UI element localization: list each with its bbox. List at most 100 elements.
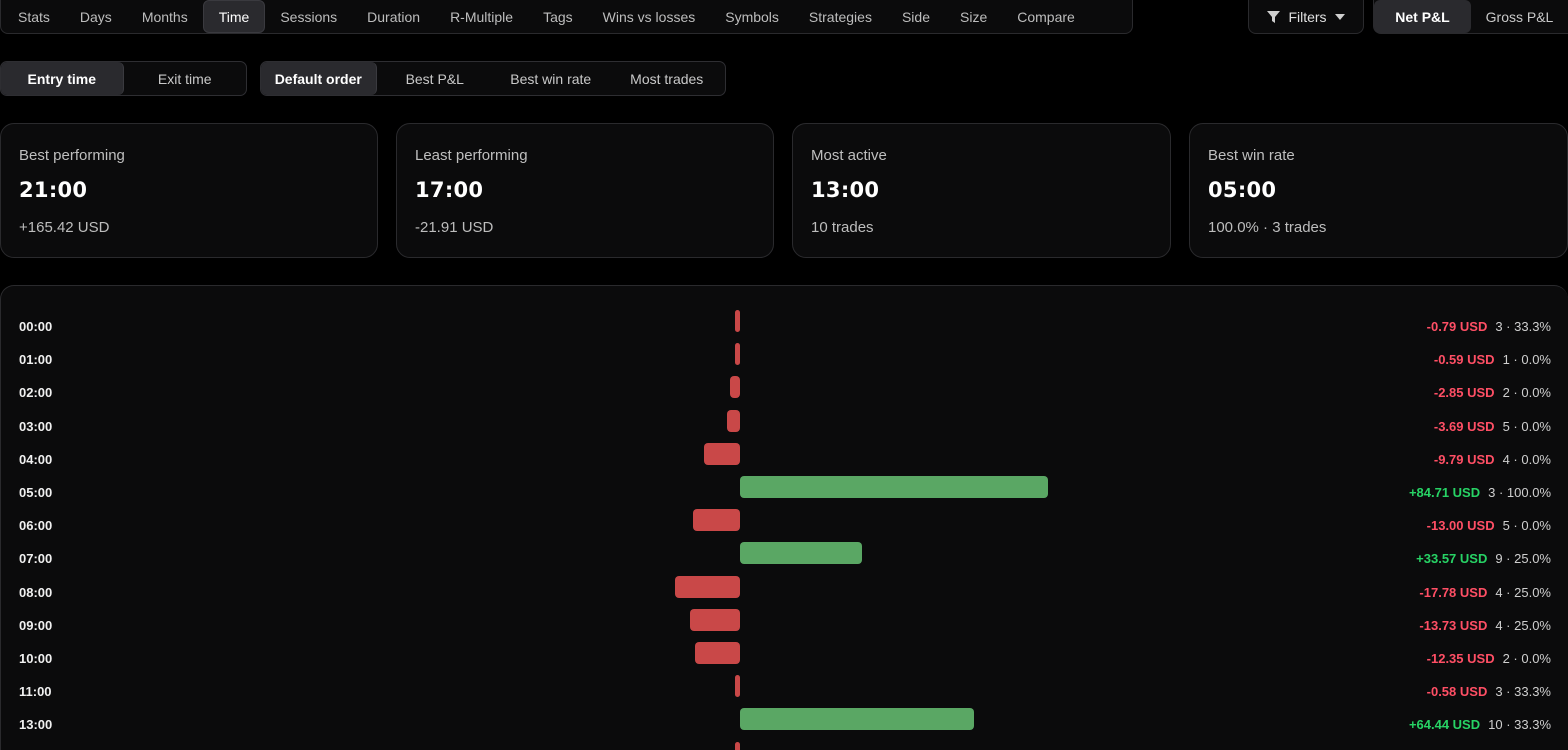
row-stats: -17.78 USD 4 · 25.0% [1419,585,1551,600]
card-value: 21:00 [19,178,88,202]
tab-symbols[interactable]: Symbols [710,0,794,33]
hour-label: 03:00 [19,418,53,434]
card-label: Best win rate [1208,147,1295,164]
pnl-value: -0.79 USD [1426,319,1488,334]
trades-winrate: 4 · 25.0% [1495,617,1551,633]
most-trades-option[interactable]: Most trades [609,62,726,95]
card-value: 05:00 [1208,178,1277,202]
hour-label: 08:00 [19,584,53,600]
row-stats: +84.71 USD 3 · 100.0% [1409,485,1551,500]
tab-stats[interactable]: Stats [3,0,65,33]
pnl-bar [675,575,740,598]
hour-label: 02:00 [19,385,53,401]
pnl-value: -0.58 USD [1426,684,1488,700]
tab-size[interactable]: Size [945,0,1002,33]
tab-months[interactable]: Months [127,0,203,33]
hour-label: 00:00 [19,319,53,334]
tab-time[interactable]: Time [202,0,266,33]
pnl-bar [704,442,740,465]
row-stats: -0.59 USD 1 · 0.0% [1434,352,1551,367]
pnl-bar [729,376,740,399]
hourly-pnl-panel: 00:00 -0.79 USD 3 · 33.3% 01:00 -0.59 USD 1 ·… [0,285,1568,750]
hour-row: 09:00 -13.73 USD 4 · 25.0% [1,608,1568,642]
trades-winrate: 3 · 100.0% [1488,485,1551,500]
net-pnl-toggle[interactable]: Net P&L [1374,0,1471,33]
hour-row: 07:00 +33.57 USD 9 · 25.0% [1,542,1568,575]
tab-sessions[interactable]: Sessions [265,0,352,33]
tab-strategies[interactable]: Strategies [794,0,887,33]
best-pnl-option[interactable]: Best P&L [377,62,494,95]
row-stats: -9.79 USD 4 · 0.0% [1434,452,1551,467]
most-active-card: Most active 13:00 10 trades [792,123,1171,258]
card-label: Best performing [19,147,125,164]
sort-order-toggle: Default order Best P&L Best win rate Mos… [260,61,726,96]
trades-winrate: 9 · 25.0% [1495,551,1551,567]
tab-wins-vs-losses[interactable]: Wins vs losses [588,0,711,33]
best-win-rate-option[interactable]: Best win rate [493,62,609,95]
row-stats: -12.35 USD 2 · 0.0% [1427,651,1551,666]
pnl-bar [735,343,740,366]
hour-row: 02:00 -2.85 USD 2 · 0.0% [1,376,1568,409]
best-win-rate-card: Best win rate 05:00 100.0% · 3 trades [1189,123,1568,258]
exit-time-option[interactable]: Exit time [124,62,247,95]
hour-row: 05:00 +84.71 USD 3 · 100.0% [1,476,1568,509]
pnl-bar [726,409,740,432]
chevron-down-icon [1334,13,1345,20]
hour-label: 07:00 [19,551,53,567]
default-order-option[interactable]: Default order [261,62,377,95]
gross-pnl-toggle[interactable]: Gross P&L [1471,0,1568,33]
time-mode-toggle: Entry time Exit time [0,61,247,96]
hour-row: 11:00 -0.58 USD 3 · 33.3% [1,675,1568,708]
pnl-bar [740,476,1048,498]
hour-label: 06:00 [19,518,53,534]
card-sub: 10 trades [811,219,874,236]
pnl-value: -0.59 USD [1433,352,1495,368]
hour-row: 00:00 -0.79 USD 3 · 33.3% [1,310,1568,343]
tab-tags[interactable]: Tags [528,0,588,33]
analysis-tab-bar: Stats Days Months Time Sessions Duration R-Mul… [0,0,1133,34]
trades-winrate: 5 · 0.0% [1502,518,1551,534]
row-stats: +33.57 USD 9 · 25.0% [1416,551,1551,566]
hour-label: 05:00 [19,485,53,500]
hour-label: 04:00 [19,451,53,467]
row-stats: -0.79 USD 3 · 33.3% [1427,319,1551,334]
tab-duration[interactable]: Duration [352,0,435,33]
entry-time-option[interactable]: Entry time [1,62,124,95]
least-performing-card: Least performing 17:00 -21.91 USD [396,123,774,258]
pnl-bar [690,608,740,631]
card-value: 17:00 [415,178,484,202]
trades-winrate: 5 · 0.0% [1502,418,1551,434]
card-label: Least performing [415,147,528,164]
tab-compare[interactable]: Compare [1002,0,1090,33]
filters-label: Filters [1288,8,1327,25]
trades-winrate: 10 · 33.3% [1488,717,1551,733]
hour-row: 03:00 -3.69 USD 5 · 0.0% [1,409,1568,443]
row-stats: -13.73 USD 4 · 25.0% [1419,618,1551,633]
trades-winrate: 2 · 0.0% [1502,651,1551,666]
pnl-bar [740,542,863,565]
trades-winrate: 3 · 33.3% [1495,319,1551,334]
tab-side[interactable]: Side [887,0,945,33]
pnl-value: -13.73 USD [1419,617,1488,633]
hour-label: 11:00 [19,684,52,700]
pnl-value: -13.00 USD [1426,518,1495,534]
tab-r-multiple[interactable]: R-Multiple [435,0,528,33]
best-performing-card: Best performing 21:00 +165.42 USD [0,123,378,258]
filters-button[interactable]: Filters [1248,0,1364,34]
card-label: Most active [811,147,887,164]
hour-label: 09:00 [19,617,53,633]
row-stats: +64.44 USD 10 · 33.3% [1409,717,1551,732]
trades-winrate: 2 · 0.0% [1502,385,1551,401]
pnl-value: -9.79 USD [1433,451,1495,467]
tab-days[interactable]: Days [65,0,127,33]
hour-label: 13:00 [19,717,53,733]
trades-winrate: 3 · 33.3% [1495,684,1551,700]
pnl-value: -17.78 USD [1419,584,1488,600]
pnl-value: -12.35 USD [1426,651,1495,666]
row-stats: -0.58 USD 3 · 33.3% [1427,684,1551,699]
hour-row: 04:00 -9.79 USD 4 · 0.0% [1,442,1568,476]
hour-row: 13:00 +64.44 USD 10 · 33.3% [1,708,1568,741]
hour-row: 01:00 -0.59 USD 1 · 0.0% [1,343,1568,376]
pnl-bar [735,675,740,698]
hour-row: 08:00 -17.78 USD 4 · 25.0% [1,575,1568,609]
